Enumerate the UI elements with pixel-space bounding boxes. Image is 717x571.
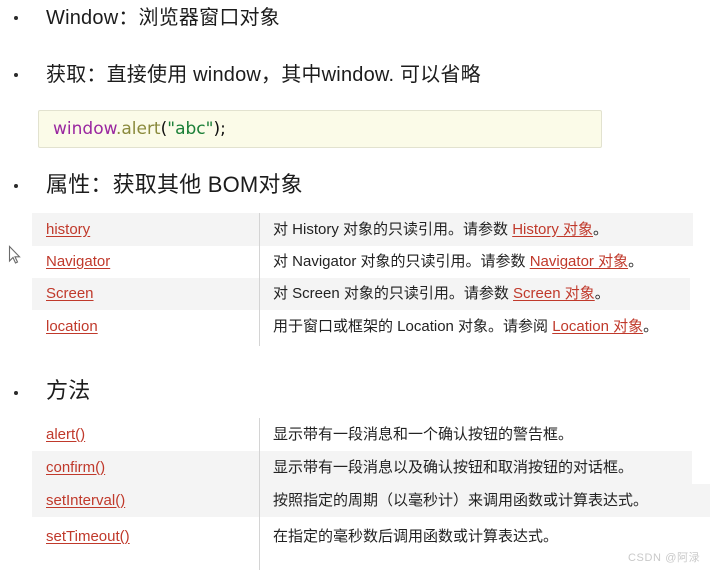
bullet-dot-icon [14,73,18,77]
bullet-item-methods-label: 方法 [46,378,91,403]
method-description: 在指定的毫秒数后调用函数或计算表达式。 [273,528,559,545]
code-snippet-block: window.alert("abc"); [38,110,602,148]
mouse-pointer-icon [8,245,22,265]
table-row[interactable]: alert() 显示带有一段消息和一个确认按钮的警告框。 [32,418,692,451]
table-row[interactable]: location 用于窗口或框架的 Location 对象。请参阅 Locati… [32,310,708,343]
method-description: 显示带有一段消息以及确认按钮和取消按钮的对话框。 [273,458,634,476]
bullet-item-properties-label: 属性：获取其他 BOM对象 [46,172,303,197]
method-name-link[interactable]: confirm() [32,459,259,477]
bullet-item-properties: 属性：获取其他 BOM对象 [14,172,614,200]
property-reference-link[interactable]: History 对象 [512,221,593,238]
bullet-item-access-label: 获取：直接使用 window，其中window. 可以省略 [46,64,481,86]
table-row[interactable]: setInterval() 按照指定的周期（以毫秒计）来调用函数或计算表达式。 [32,484,710,517]
table-row[interactable]: history 对 History 对象的只读引用。请参数 History 对象… [32,213,693,246]
property-reference-link[interactable]: Navigator 对象 [530,253,628,270]
method-name-link[interactable]: alert() [32,426,259,444]
method-name-link[interactable]: setInterval() [32,492,259,510]
watermark-label: CSDN @阿渌 [628,552,701,564]
bullet-item-window: Window：浏览器窗口对象 [14,5,614,31]
code-token-semicolon: ; [220,119,226,139]
code-token-object: window [53,119,116,139]
table-row[interactable]: setTimeout() 在指定的毫秒数后调用函数或计算表达式。 [32,518,692,556]
code-token-method: .alert [115,119,161,139]
property-description: 对 Screen 对象的只读引用。请参数 Screen 对象。 [273,285,610,302]
property-reference-link[interactable]: Location 对象 [552,318,643,335]
table-row[interactable]: Screen 对 Screen 对象的只读引用。请参数 Screen 对象。 [32,278,690,310]
table-row[interactable]: Navigator 对 Navigator 对象的只读引用。请参数 Naviga… [32,246,708,278]
bullet-item-methods: 方法 [14,378,414,408]
bullet-dot-icon [14,391,18,395]
properties-table-column-divider [259,213,260,346]
bullet-dot-icon [14,16,18,20]
code-token-string: "abc" [167,119,214,139]
bullet-item-access: 获取：直接使用 window，其中window. 可以省略 [14,62,634,88]
method-description: 按照指定的周期（以毫秒计）来调用函数或计算表达式。 [273,491,649,509]
property-description: 用于窗口或框架的 Location 对象。请参阅 Location 对象。 [273,317,659,335]
bullet-dot-icon [14,184,18,188]
property-description: 对 Navigator 对象的只读引用。请参数 Navigator 对象。 [273,253,644,270]
property-name-link[interactable]: history [32,221,259,239]
property-name-link[interactable]: Screen [32,285,259,303]
property-name-link[interactable]: location [32,318,259,336]
method-description: 显示带有一段消息和一个确认按钮的警告框。 [273,425,574,443]
properties-table: history 对 History 对象的只读引用。请参数 History 对象… [32,213,708,346]
method-name-link[interactable]: setTimeout() [32,528,259,546]
property-description: 对 History 对象的只读引用。请参数 History 对象。 [273,220,609,238]
methods-table: alert() 显示带有一段消息和一个确认按钮的警告框。 confirm() 显… [32,418,710,570]
property-name-link[interactable]: Navigator [32,253,259,271]
bullet-item-window-label: Window：浏览器窗口对象 [46,7,280,29]
table-row[interactable]: confirm() 显示带有一段消息以及确认按钮和取消按钮的对话框。 [32,451,692,484]
property-reference-link[interactable]: Screen 对象 [513,285,595,302]
methods-table-column-divider [259,418,260,570]
